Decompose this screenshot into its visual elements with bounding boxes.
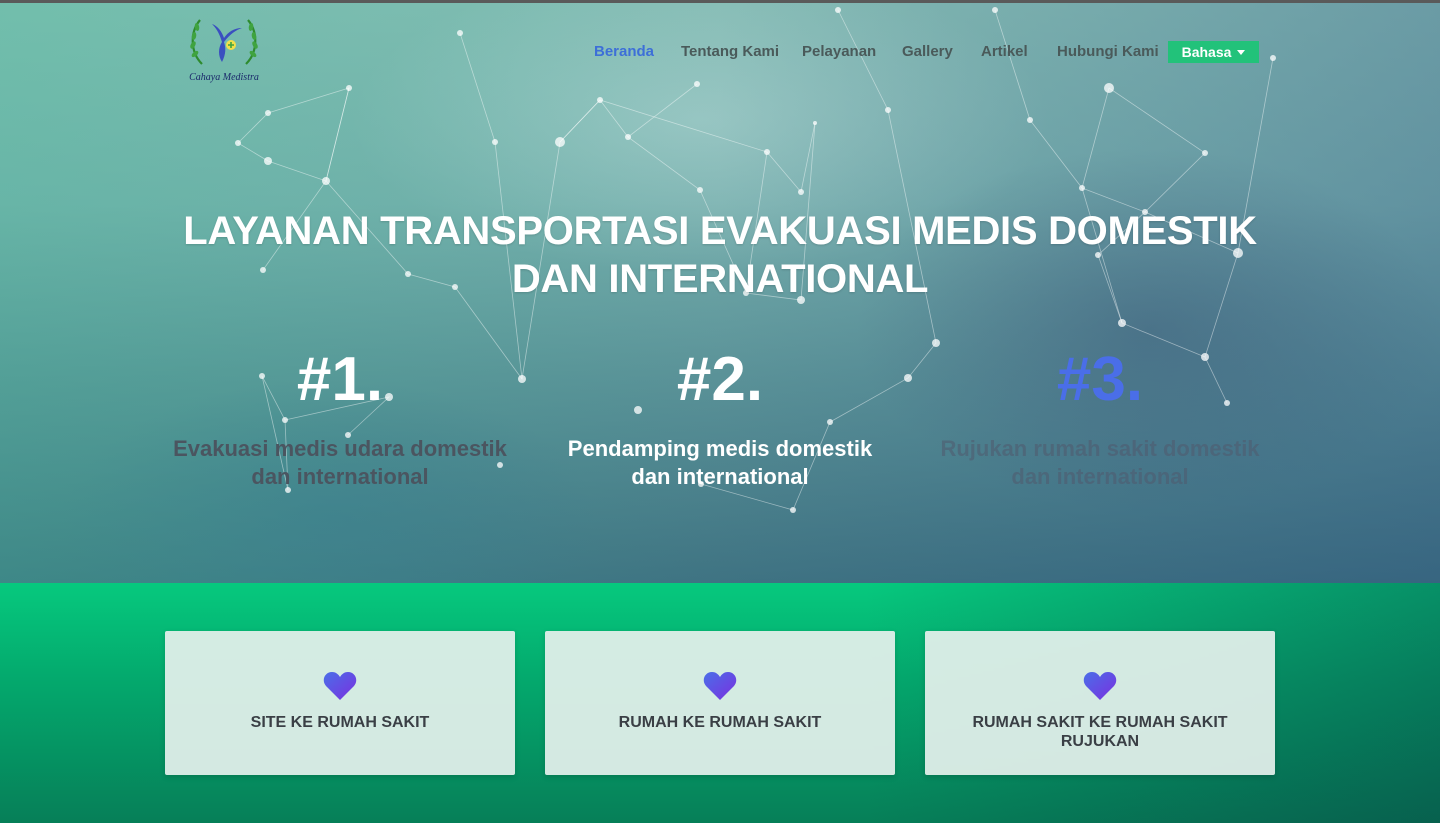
feature-number: #1. xyxy=(296,345,384,414)
service-card-label-line-1: SITE KE RUMAH SAKIT xyxy=(250,714,430,731)
nav-item-artikel[interactable]: Artikel xyxy=(981,40,1028,64)
feature-description: Pendamping medis domestik dan internatio… xyxy=(540,435,900,491)
heart-icon xyxy=(1083,672,1117,700)
service-card-label-line-2: RUJUKAN xyxy=(1060,733,1140,750)
feature-description-line-2: dan international xyxy=(1011,464,1189,489)
language-dropdown-button[interactable]: Bahasa xyxy=(1168,41,1259,63)
feature-description: Rujukan rumah sakit domestik dan interna… xyxy=(920,435,1280,491)
feature-item-1: #1. Evakuasi medis udara domestik dan in… xyxy=(160,345,520,491)
bird-laurel-logo-icon xyxy=(190,19,258,65)
service-card-label: RUMAH KE RUMAH SAKIT xyxy=(565,713,875,732)
logo-wordmark: Cahaya Medistra xyxy=(189,72,259,83)
feature-description-line-2: dan international xyxy=(251,464,429,489)
nav-item-gallery[interactable]: Gallery xyxy=(902,40,953,64)
services-section: SITE KE RUMAH SAKIT RUMAH KE RUMAH SAKIT… xyxy=(0,583,1440,823)
nav-item-tentang-kami[interactable]: Tentang Kami xyxy=(681,40,779,64)
nav-item-pelayanan[interactable]: Pelayanan xyxy=(802,40,876,64)
service-card-label: SITE KE RUMAH SAKIT xyxy=(185,713,495,732)
heart-icon xyxy=(323,672,357,700)
headline-line-1: LAYANAN TRANSPORTASI EVAKUASI MEDIS DOME… xyxy=(183,209,1257,253)
caret-down-icon xyxy=(1237,49,1246,55)
top-border xyxy=(0,0,1440,3)
site-logo[interactable]: Cahaya Medistra xyxy=(184,12,264,90)
nav-item-beranda[interactable]: Beranda xyxy=(594,40,654,64)
feature-description: Evakuasi medis udara domestik dan intern… xyxy=(160,435,520,491)
feature-description-line-1: Evakuasi medis udara domestik xyxy=(173,436,507,461)
service-card-label-line-1: RUMAH KE RUMAH SAKIT xyxy=(618,714,822,731)
service-card-rumah-ke-rumah-sakit[interactable]: RUMAH KE RUMAH SAKIT xyxy=(545,631,895,775)
feature-number: #3. xyxy=(1056,345,1144,414)
nav-item-hubungi-kami[interactable]: Hubungi Kami xyxy=(1057,40,1159,64)
feature-item-2: #2. Pendamping medis domestik dan intern… xyxy=(540,345,900,491)
feature-item-3: #3. Rujukan rumah sakit domestik dan int… xyxy=(920,345,1280,491)
feature-description-line-1: Rujukan rumah sakit domestik xyxy=(940,436,1260,461)
service-card-label: RUMAH SAKIT KE RUMAH SAKIT RUJUKAN xyxy=(945,713,1255,751)
service-card-label-line-1: RUMAH SAKIT KE RUMAH SAKIT xyxy=(972,714,1228,731)
feature-description-line-1: Pendamping medis domestik xyxy=(567,436,873,461)
service-card-site-ke-rumah-sakit[interactable]: SITE KE RUMAH SAKIT xyxy=(165,631,515,775)
feature-description-line-2: dan international xyxy=(631,464,809,489)
hero-headline: LAYANAN TRANSPORTASI EVAKUASI MEDIS DOME… xyxy=(170,207,1270,303)
hero-section: Cahaya Medistra Beranda Tentang Kami Pel… xyxy=(0,0,1440,583)
feature-number: #2. xyxy=(676,345,764,414)
language-button-label: Bahasa xyxy=(1181,44,1232,60)
service-card-rumah-sakit-rujukan[interactable]: RUMAH SAKIT KE RUMAH SAKIT RUJUKAN xyxy=(925,631,1275,775)
headline-line-2: DAN INTERNATIONAL xyxy=(511,257,929,301)
heart-icon xyxy=(703,672,737,700)
